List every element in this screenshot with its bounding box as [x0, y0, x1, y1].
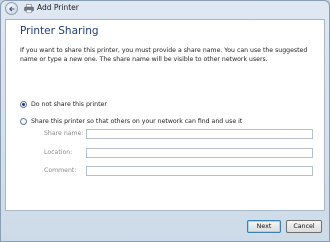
share-name-label: Share name:	[44, 130, 84, 137]
printer-icon	[24, 4, 34, 13]
back-arrow-icon	[8, 6, 15, 11]
cancel-button[interactable]: Cancel	[286, 220, 322, 233]
radio-share-printer[interactable]: Share this printer so that others on you…	[20, 118, 242, 125]
radio-label: Share this printer so that others on you…	[31, 118, 243, 125]
next-button[interactable]: Next	[247, 220, 281, 233]
add-printer-window: Add Printer Printer Sharing If you want …	[0, 0, 330, 242]
window-title: Add Printer	[37, 3, 79, 12]
location-label: Location:	[44, 149, 73, 156]
comment-field[interactable]	[86, 166, 313, 176]
radio-button-selected[interactable]	[20, 101, 27, 108]
radio-button[interactable]	[20, 118, 27, 125]
comment-label: Comment:	[44, 167, 77, 174]
radio-do-not-share[interactable]: Do not share this printer	[20, 101, 107, 108]
page-title: Printer Sharing	[20, 25, 99, 37]
location-field[interactable]	[86, 148, 313, 158]
share-name-field[interactable]	[86, 129, 313, 139]
back-button[interactable]	[5, 2, 18, 15]
page-description: If you want to share this printer, you m…	[20, 47, 308, 63]
radio-label: Do not share this printer	[31, 101, 107, 108]
